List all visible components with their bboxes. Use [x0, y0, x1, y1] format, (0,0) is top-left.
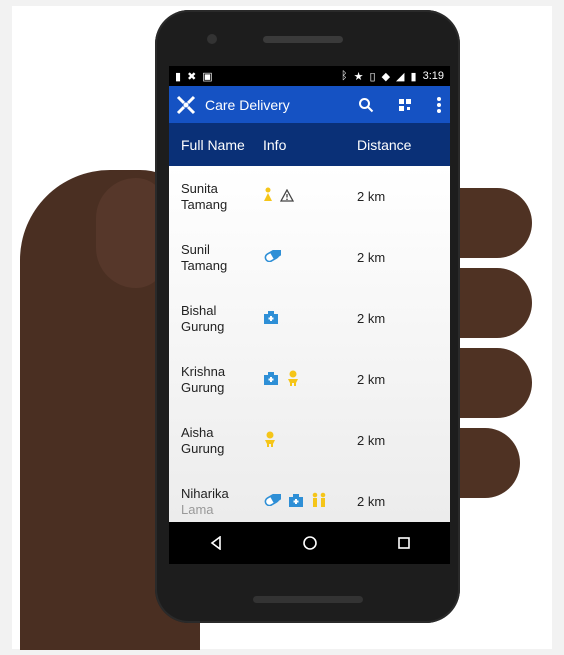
- first-name: Sunita: [181, 180, 218, 196]
- back-icon[interactable]: [209, 536, 223, 550]
- star-icon: ★: [353, 70, 364, 83]
- table-row[interactable]: Sunita Tamang 2 km: [169, 166, 450, 227]
- first-name: Krishna: [181, 363, 226, 379]
- column-header-distance[interactable]: Distance: [357, 137, 450, 153]
- first-name: Bishal: [181, 302, 217, 318]
- battery-saver-icon: ▮: [175, 70, 182, 83]
- info-icons: [263, 248, 357, 265]
- distance-value: 2 km: [357, 494, 386, 509]
- status-bar: ▮ ✖ ▣ ᛒ ★ ▯ ◆ ◢ ▮ 3:19: [169, 66, 450, 86]
- care-delivery-logo-icon[interactable]: [175, 94, 197, 116]
- distance-value: 2 km: [357, 372, 386, 387]
- signal-icon: ◢: [396, 70, 405, 83]
- bluetooth-icon: ᛒ: [341, 70, 348, 82]
- first-name: Sunil: [181, 241, 210, 257]
- child-icon: [286, 370, 300, 389]
- hospital-icon: [288, 493, 304, 510]
- column-header-full-name[interactable]: Full Name: [169, 137, 263, 153]
- pill-icon: [263, 492, 283, 509]
- front-camera: [207, 34, 217, 44]
- app-notification-icon: ✖: [187, 70, 197, 83]
- recents-icon[interactable]: [397, 536, 411, 550]
- column-header-info[interactable]: Info: [263, 137, 357, 153]
- hospital-icon: [263, 310, 279, 327]
- last-name: Tamang: [181, 257, 228, 273]
- wifi-icon: ◆: [381, 70, 391, 83]
- distance-value: 2 km: [357, 189, 386, 204]
- patient-name: Niharika Lama: [169, 486, 263, 518]
- patient-name: Bishal Gurung: [169, 303, 263, 335]
- last-name: Tamang: [181, 196, 228, 212]
- table-row[interactable]: Sunil Tamang 2 km: [169, 227, 450, 288]
- hospital-icon: [263, 371, 279, 388]
- female-icon: [263, 187, 273, 206]
- first-name: Aisha: [181, 424, 214, 440]
- table-header: Full Name Info Distance: [169, 123, 450, 166]
- last-name: Lama: [181, 501, 214, 517]
- speaker-grill: [253, 596, 363, 603]
- patient-list: Sunita Tamang 2 km Sunil Tamang 2 km Bishal Gur…: [169, 166, 450, 522]
- distance-value: 2 km: [357, 433, 386, 448]
- navigation-bar: [169, 522, 450, 564]
- table-row[interactable]: Krishna Gurung 2 km: [169, 349, 450, 410]
- clock: 3:19: [422, 70, 444, 82]
- last-name: Gurung: [181, 318, 225, 334]
- screenshot-icon: ▣: [202, 70, 213, 83]
- search-icon[interactable]: [358, 97, 374, 113]
- home-icon[interactable]: [302, 535, 318, 551]
- patient-name: Sunil Tamang: [169, 242, 263, 274]
- table-row[interactable]: Niharika Lama 2 km: [169, 471, 450, 522]
- info-icons: [263, 187, 357, 206]
- patient-name: Sunita Tamang: [169, 181, 263, 213]
- overflow-menu-icon[interactable]: [436, 96, 442, 114]
- info-icons: [263, 492, 357, 511]
- table-row[interactable]: Aisha Gurung 2 km: [169, 410, 450, 471]
- info-icons: [263, 370, 357, 389]
- pill-icon: [263, 248, 283, 265]
- table-row[interactable]: Bishal Gurung 2 km: [169, 288, 450, 349]
- app-bar: Care Delivery: [169, 86, 450, 123]
- family-icon: [311, 492, 327, 511]
- warning-icon: [279, 188, 295, 205]
- last-name: Gurung: [181, 379, 225, 395]
- app-title: Care Delivery: [205, 96, 290, 113]
- distance-value: 2 km: [357, 250, 386, 265]
- battery-icon: ▮: [410, 70, 417, 83]
- patient-name: Aisha Gurung: [169, 425, 263, 457]
- child-icon: [263, 431, 277, 450]
- info-icons: [263, 431, 357, 450]
- qr-code-icon[interactable]: [398, 98, 412, 112]
- first-name: Niharika: [181, 485, 229, 501]
- vibrate-icon: ▯: [369, 70, 376, 83]
- info-icons: [263, 310, 357, 327]
- patient-name: Krishna Gurung: [169, 364, 263, 396]
- app-screen: ▮ ✖ ▣ ᛒ ★ ▯ ◆ ◢ ▮ 3:19 Care Delivery Ful…: [169, 66, 450, 564]
- distance-value: 2 km: [357, 311, 386, 326]
- earpiece: [263, 36, 343, 43]
- last-name: Gurung: [181, 440, 225, 456]
